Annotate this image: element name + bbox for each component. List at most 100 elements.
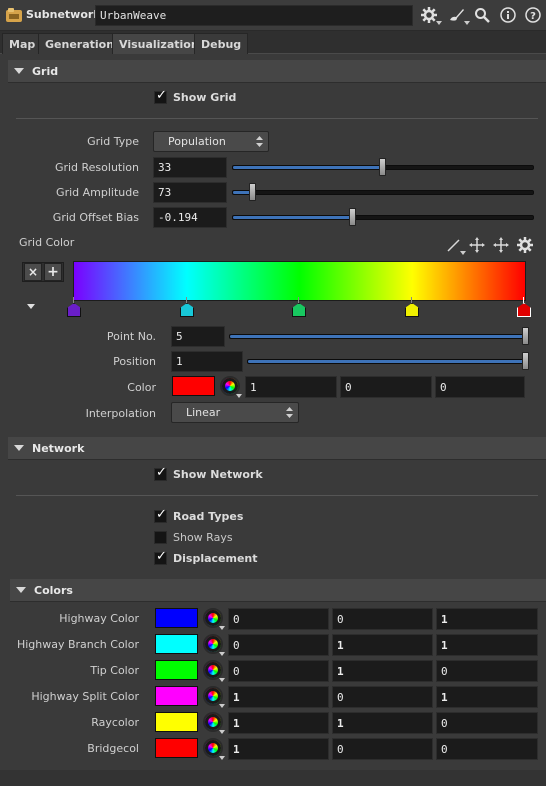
slider-fill	[248, 360, 525, 363]
position-handle[interactable]	[522, 352, 529, 370]
color-wheel-icon[interactable]	[219, 375, 242, 398]
color-point-swatch[interactable]	[172, 376, 215, 396]
add-point-button[interactable]: +	[44, 263, 62, 281]
color-row-g-field[interactable]: 0	[332, 608, 433, 630]
color-row-label: Highway Branch Color	[16, 638, 139, 651]
color-row-r-field[interactable]: 1	[228, 712, 329, 734]
color-wheel-icon[interactable]	[202, 737, 225, 760]
color-row-b-field[interactable]: 1	[436, 608, 538, 630]
move-keys-alt-icon[interactable]	[493, 237, 509, 253]
show-rays-checkbox[interactable]	[154, 531, 167, 544]
grid-offset-slider[interactable]	[232, 215, 534, 220]
ramp-button-group: × +	[22, 262, 64, 282]
ramp-key-3[interactable]	[292, 297, 306, 317]
point-no-label: Point No.	[106, 330, 156, 343]
color-row-b-field[interactable]: 0	[436, 712, 538, 734]
color-row-swatch[interactable]	[155, 608, 198, 628]
network-section-title: Network	[32, 441, 85, 455]
color-point-r-field[interactable]: 1	[245, 376, 337, 398]
grid-resolution-handle[interactable]	[379, 158, 386, 176]
show-network-checkbox[interactable]: ✓	[154, 466, 167, 481]
color-row-r-field[interactable]: 0	[228, 608, 329, 630]
colors-section-header[interactable]: Colors	[10, 579, 546, 602]
grid-offset-label: Grid Offset Bias	[52, 211, 139, 224]
color-row-label: Raycolor	[91, 716, 139, 729]
color-row-g-field[interactable]: 0	[332, 738, 433, 760]
color-row-r-field[interactable]: 0	[228, 634, 329, 656]
color-row-g-field[interactable]: 1	[332, 660, 433, 682]
color-wheel-icon[interactable]	[202, 633, 225, 656]
color-row-swatch[interactable]	[155, 738, 198, 758]
position-label: Position	[113, 355, 156, 368]
grid-amplitude-slider[interactable]	[232, 190, 534, 195]
color-point-g-field[interactable]: 0	[340, 376, 432, 398]
info-icon[interactable]	[497, 5, 519, 25]
ramp-key-4[interactable]	[405, 297, 419, 317]
color-wheel-icon[interactable]	[202, 659, 225, 682]
point-no-field[interactable]: 5	[171, 326, 225, 347]
grid-type-dropdown[interactable]: Population	[153, 131, 269, 152]
color-row-swatch[interactable]	[155, 660, 198, 680]
brush-icon[interactable]	[446, 5, 470, 25]
tab-generation[interactable]: Generation	[38, 33, 122, 54]
point-no-handle[interactable]	[522, 327, 529, 345]
ramp-key-5[interactable]	[517, 297, 531, 317]
ramp-key-1[interactable]	[67, 297, 81, 317]
grid-offset-handle[interactable]	[348, 208, 356, 226]
color-wheel-icon[interactable]	[202, 685, 225, 708]
show-network-label: Show Network	[173, 468, 263, 481]
subnetwork-icon	[6, 8, 22, 22]
move-keys-icon[interactable]	[469, 237, 485, 253]
network-section-header[interactable]: Network	[8, 437, 546, 460]
grid-amplitude-handle[interactable]	[249, 183, 257, 201]
color-point-b-field[interactable]: 0	[435, 376, 525, 398]
tab-bar: Map Generation Visualization Debug	[0, 31, 546, 54]
color-wheel-icon[interactable]	[202, 607, 225, 630]
grid-amplitude-field[interactable]: 73	[153, 182, 227, 203]
displacement-checkbox[interactable]: ✓	[154, 550, 167, 565]
ramp-gear-icon[interactable]	[516, 236, 534, 254]
color-row-b-field[interactable]: 1	[436, 686, 538, 708]
color-wheel-icon[interactable]	[202, 711, 225, 734]
color-row-swatch[interactable]	[155, 686, 198, 706]
help-icon[interactable]: ?	[522, 5, 544, 25]
color-row-swatch[interactable]	[155, 712, 198, 732]
ramp-menu-arrow-icon[interactable]	[27, 304, 35, 309]
ramp-key-2[interactable]	[180, 297, 194, 317]
grid-color-label: Grid Color	[19, 236, 75, 249]
color-ramp[interactable]	[73, 261, 526, 301]
interpolation-dropdown[interactable]: Linear	[171, 402, 299, 423]
color-row-g-field[interactable]: 0	[332, 686, 433, 708]
remove-point-button[interactable]: ×	[24, 263, 42, 281]
road-types-checkbox[interactable]: ✓	[154, 508, 167, 523]
color-row-b-field[interactable]: 0	[436, 738, 538, 760]
slider-fill	[233, 216, 353, 219]
color-row-r-field[interactable]: 0	[228, 660, 329, 682]
position-slider[interactable]	[247, 359, 526, 364]
color-row-r-field[interactable]: 1	[228, 686, 329, 708]
show-grid-checkbox[interactable]: ✓	[154, 89, 167, 104]
divider	[16, 118, 538, 119]
interpolation-label: Interpolation	[85, 407, 156, 420]
grid-resolution-field[interactable]: 33	[153, 157, 227, 178]
updown-arrows-icon	[256, 136, 263, 147]
point-no-slider[interactable]	[229, 334, 526, 339]
tab-debug[interactable]: Debug	[194, 33, 249, 54]
grid-offset-field[interactable]: -0.194	[153, 207, 227, 228]
position-field[interactable]: 1	[171, 351, 243, 372]
color-row-b-field[interactable]: 1	[436, 634, 538, 656]
color-row-b-field[interactable]: 0	[436, 660, 538, 682]
gear-icon[interactable]	[418, 5, 442, 25]
color-row-g-field[interactable]: 1	[332, 634, 433, 656]
tab-map[interactable]: Map	[2, 33, 43, 54]
search-icon[interactable]	[471, 5, 493, 25]
tab-visualization[interactable]: Visualization	[112, 33, 206, 54]
color-row-label: Highway Color	[59, 612, 139, 625]
color-row-g-field[interactable]: 1	[332, 712, 433, 734]
linear-interp-icon[interactable]	[446, 237, 466, 255]
color-row-r-field[interactable]: 1	[228, 738, 329, 760]
node-name-field[interactable]: UrbanWeave	[95, 5, 413, 26]
grid-section-header[interactable]: Grid	[8, 60, 546, 83]
grid-resolution-label: Grid Resolution	[54, 161, 139, 174]
color-row-swatch[interactable]	[155, 634, 198, 654]
